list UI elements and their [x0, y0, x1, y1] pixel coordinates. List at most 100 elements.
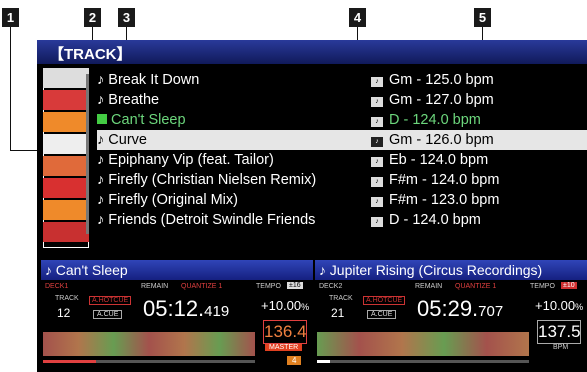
- track-key-bpm: F#m - 123.0 bpm: [389, 192, 500, 208]
- track-title: Firefly (Original Mix): [108, 192, 238, 208]
- deck-2-waveform: [317, 332, 529, 356]
- track-key-bpm: Gm - 127.0 bpm: [389, 92, 494, 108]
- track-key-bpm: D - 124.0 bpm: [389, 112, 481, 128]
- key-icon: ♪: [371, 137, 383, 147]
- track-row[interactable]: ♪ Firefly (Christian Nielsen Remix) ♪ F#m …: [97, 170, 587, 190]
- deck-1-time: 05:12.419: [143, 296, 229, 322]
- deck-2-pitch: +10.00%: [535, 298, 583, 313]
- artwork-column: [43, 68, 89, 248]
- track-title: Breathe: [108, 92, 160, 108]
- deck-1-pitch: +10.00%: [261, 298, 309, 313]
- browse-header: 【TRACK】: [37, 40, 587, 64]
- artwork-thumb: [43, 68, 89, 88]
- deck-1-pitch-value: +10.00: [261, 298, 302, 313]
- track-key-bpm: Gm - 125.0 bpm: [389, 72, 494, 88]
- track-title: Can't Sleep: [111, 112, 186, 128]
- track-row-playing[interactable]: Can't Sleep ♪ D - 124.0 bpm: [97, 110, 587, 130]
- deck-2-pitch-value: +10.00: [535, 298, 576, 313]
- leader-1: [10, 27, 11, 150]
- deck-1-bpm: 136.4: [263, 320, 307, 344]
- deck-2-panel: ♪ Jupiter Rising (Circus Recordings) DEC…: [315, 260, 587, 372]
- callout-5: 5: [474, 8, 491, 27]
- deck-2-progress-fill: [317, 360, 330, 363]
- callout-1: 1: [2, 8, 19, 27]
- deck-1-master-badge: MASTER: [265, 344, 303, 351]
- track-key-bpm: D - 124.0 bpm: [389, 212, 481, 228]
- deck-2-remain-label: REMAIN: [415, 283, 443, 290]
- track-row[interactable]: ♪ Breathe ♪ Gm - 127.0 bpm: [97, 90, 587, 110]
- track-title: Break It Down: [108, 72, 200, 88]
- key-icon: ♪: [371, 197, 383, 207]
- deck-1-track-title: Can't Sleep: [55, 262, 128, 278]
- key-icon: ♪: [371, 77, 383, 87]
- track-key-bpm: Eb - 124.0 bpm: [389, 152, 489, 168]
- deck-1-panel: ♪ Can't Sleep DECK1 REMAIN QUANTIZE 1 TE…: [41, 260, 313, 372]
- deck-1-quantize-label: QUANTIZE 1: [181, 283, 223, 290]
- deck-1-progress-fill: [43, 360, 96, 363]
- deck-2-time-main: 05:29.: [417, 296, 479, 321]
- deck-2-acue-badge: A.CUE: [367, 310, 397, 319]
- deck-2-progress-bar[interactable]: [317, 360, 529, 363]
- deck-1-waveform: [43, 332, 255, 356]
- deck-2-pitch-unit: %: [575, 302, 584, 312]
- deck-1-time-main: 05:12.: [143, 296, 205, 321]
- artwork-thumb: [43, 90, 89, 110]
- key-icon: ♪: [371, 157, 383, 167]
- browse-scrollbar[interactable]: [86, 74, 89, 234]
- cdj-screen: 【TRACK】 ♪ Break It Down ♪ Gm - 125.0 bpm ♪…: [37, 40, 587, 372]
- key-icon: ♪: [371, 177, 383, 187]
- track-key-bpm: Gm - 126.0 bpm: [389, 132, 494, 148]
- deck-2-track-title: Jupiter Rising (Circus Recordings): [329, 262, 543, 278]
- artwork-thumb: [43, 200, 89, 220]
- deck-2-time-ms: 707: [478, 303, 504, 320]
- deck-1-pitch-unit: %: [301, 302, 310, 312]
- key-icon: ♪: [371, 97, 383, 107]
- deck-1-title-bar: ♪ Can't Sleep: [41, 260, 313, 280]
- deck-2-label: DECK2: [319, 283, 343, 290]
- track-title: Firefly (Christian Nielsen Remix): [108, 172, 317, 188]
- play-indicator-icon: [97, 114, 107, 124]
- artwork-thumb: [43, 134, 89, 154]
- deck-2-bpm-unit: BPM: [553, 344, 569, 351]
- key-icon: ♪: [371, 117, 383, 127]
- artwork-thumb: [43, 156, 89, 176]
- deck-1-progress-bar[interactable]: [43, 360, 255, 363]
- track-row[interactable]: ♪ Firefly (Original Mix) ♪ F#m - 123.0 bpm: [97, 190, 587, 210]
- deck-2-bpm: 137.5: [537, 320, 581, 344]
- artwork-thumb: [43, 112, 89, 132]
- deck-1-track-label: TRACK: [55, 295, 79, 302]
- track-row-selected[interactable]: ♪ Curve ♪ Gm - 126.0 bpm: [97, 130, 587, 150]
- callout-4: 4: [349, 8, 366, 27]
- track-key-bpm: F#m - 124.0 bpm: [389, 172, 500, 188]
- key-icon: ♪: [371, 217, 383, 227]
- callout-3: 3: [118, 8, 135, 27]
- artwork-thumb: [43, 178, 89, 198]
- track-row[interactable]: ♪ Friends (Detroit Swindle Friends ♪ D - 1…: [97, 210, 587, 230]
- deck-2-track-number: 21: [331, 306, 345, 320]
- track-title: Friends (Detroit Swindle Friends: [108, 212, 316, 228]
- track-title: Epiphany Vip (feat. Tailor): [108, 152, 274, 168]
- deck-2-title-bar: ♪ Jupiter Rising (Circus Recordings): [315, 260, 587, 280]
- track-title: Curve: [108, 132, 147, 148]
- deck-1-track-number: 12: [57, 306, 71, 320]
- browse-category-title: 【TRACK】: [49, 46, 132, 63]
- deck-2-hotcue-badge: A.HOTCUE: [363, 296, 406, 305]
- deck-2-tempo-range: ±10: [561, 282, 577, 289]
- deck-2-track-label: TRACK: [329, 295, 353, 302]
- deck-2-quantize-label: QUANTIZE 1: [455, 283, 497, 290]
- deck-1-remain-label: REMAIN: [141, 283, 169, 290]
- deck-1-label: DECK1: [45, 283, 69, 290]
- deck-1-tempo-range: ±16: [287, 282, 303, 289]
- deck-1-hotcue-badge: A.HOTCUE: [89, 296, 132, 305]
- callout-2: 2: [84, 8, 101, 27]
- track-row[interactable]: ♪ Epiphany Vip (feat. Tailor) ♪ Eb - 124.0…: [97, 150, 587, 170]
- leader-1h: [10, 150, 37, 151]
- deck-1-tempo-label: TEMPO: [256, 283, 281, 290]
- deck-2-tempo-label: TEMPO: [530, 283, 555, 290]
- artwork-thumb: [43, 222, 89, 242]
- deck-1-acue-badge: A.CUE: [93, 310, 123, 319]
- deck-1-loop-beats: 4: [287, 356, 302, 365]
- deck-2-time: 05:29.707: [417, 296, 503, 322]
- deck-1-time-ms: 419: [204, 303, 230, 320]
- track-row[interactable]: ♪ Break It Down ♪ Gm - 125.0 bpm: [97, 70, 587, 90]
